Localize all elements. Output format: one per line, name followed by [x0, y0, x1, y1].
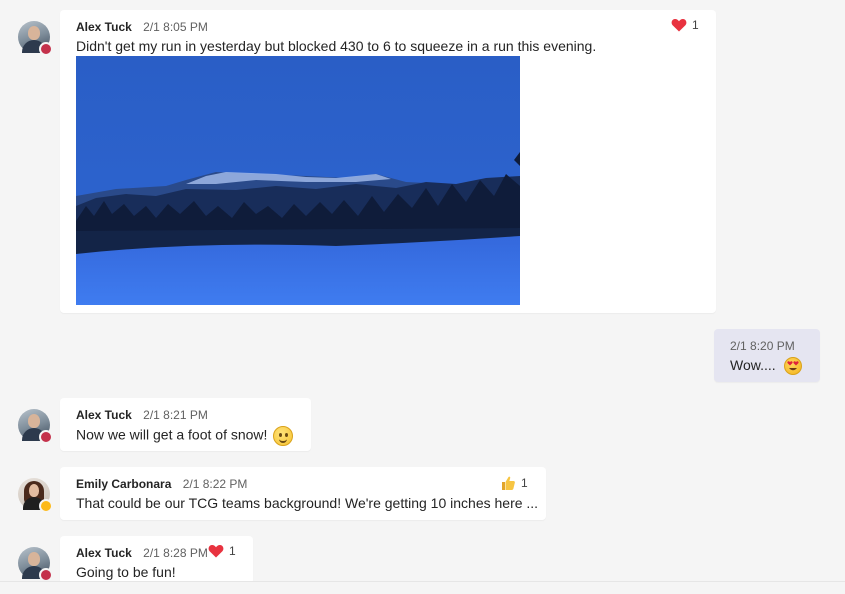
message-author[interactable]: Alex Tuck	[76, 20, 132, 34]
message-bubble[interactable]: Alex Tuck 2/1 8:21 PM Now we will get a …	[60, 398, 311, 451]
reaction-count: 1	[229, 544, 236, 558]
message-text: Wow....	[730, 357, 776, 373]
busy-presence-icon	[39, 568, 53, 582]
avatar-alex-tuck[interactable]	[18, 21, 53, 56]
message-timestamp: 2/1 8:22 PM	[182, 477, 248, 491]
snowy-mountain-image[interactable]	[76, 56, 520, 305]
avatar-alex-tuck[interactable]	[18, 547, 53, 582]
away-clock-presence-icon	[39, 499, 53, 513]
avatar-alex-tuck[interactable]	[18, 409, 53, 444]
reaction[interactable]: 1	[671, 18, 699, 32]
message-timestamp: 2/1 8:20 PM	[730, 339, 795, 353]
message-timestamp: 2/1 8:28 PM	[143, 546, 208, 560]
message-text: Didn't get my run in yesterday but block…	[76, 38, 597, 54]
message-text: Going to be fun!	[76, 564, 176, 580]
self-message-bubble[interactable]: 2/1 8:20 PM Wow....	[714, 329, 820, 382]
reaction-count: 1	[692, 18, 699, 32]
busy-presence-icon	[39, 42, 53, 56]
heart-icon	[671, 18, 687, 32]
message-text: Now we will get a foot of snow!	[76, 426, 268, 443]
reaction[interactable]: 1	[208, 544, 236, 558]
thumbs-up-icon	[502, 476, 515, 490]
message-bubble[interactable]: Emily Carbonara 2/1 8:22 PM 1 That could…	[60, 467, 546, 520]
message-text: That could be our TCG teams background! …	[76, 495, 539, 511]
message-timestamp: 2/1 8:05 PM	[143, 20, 208, 34]
message-timestamp: 2/1 8:21 PM	[143, 408, 208, 422]
heart-icon	[208, 544, 224, 558]
message-author[interactable]: Emily Carbonara	[76, 477, 171, 491]
smiley-emoji-icon	[273, 426, 294, 446]
heart-eyes-emoji-icon	[783, 357, 802, 376]
avatar-emily-carbonara[interactable]	[18, 478, 53, 513]
message-author[interactable]: Alex Tuck	[76, 408, 132, 422]
landscape-illustration	[76, 56, 520, 305]
reaction[interactable]: 1	[500, 475, 528, 491]
reaction-count: 1	[521, 476, 528, 490]
compose-area-edge	[0, 582, 845, 594]
busy-presence-icon	[39, 430, 53, 444]
message-bubble[interactable]: Alex Tuck 2/1 8:05 PM 1 Didn't get my ru…	[60, 10, 716, 313]
message-bubble[interactable]: Alex Tuck 2/1 8:28 PM 1 Going to be fun!	[60, 536, 253, 584]
message-author[interactable]: Alex Tuck	[76, 546, 132, 560]
